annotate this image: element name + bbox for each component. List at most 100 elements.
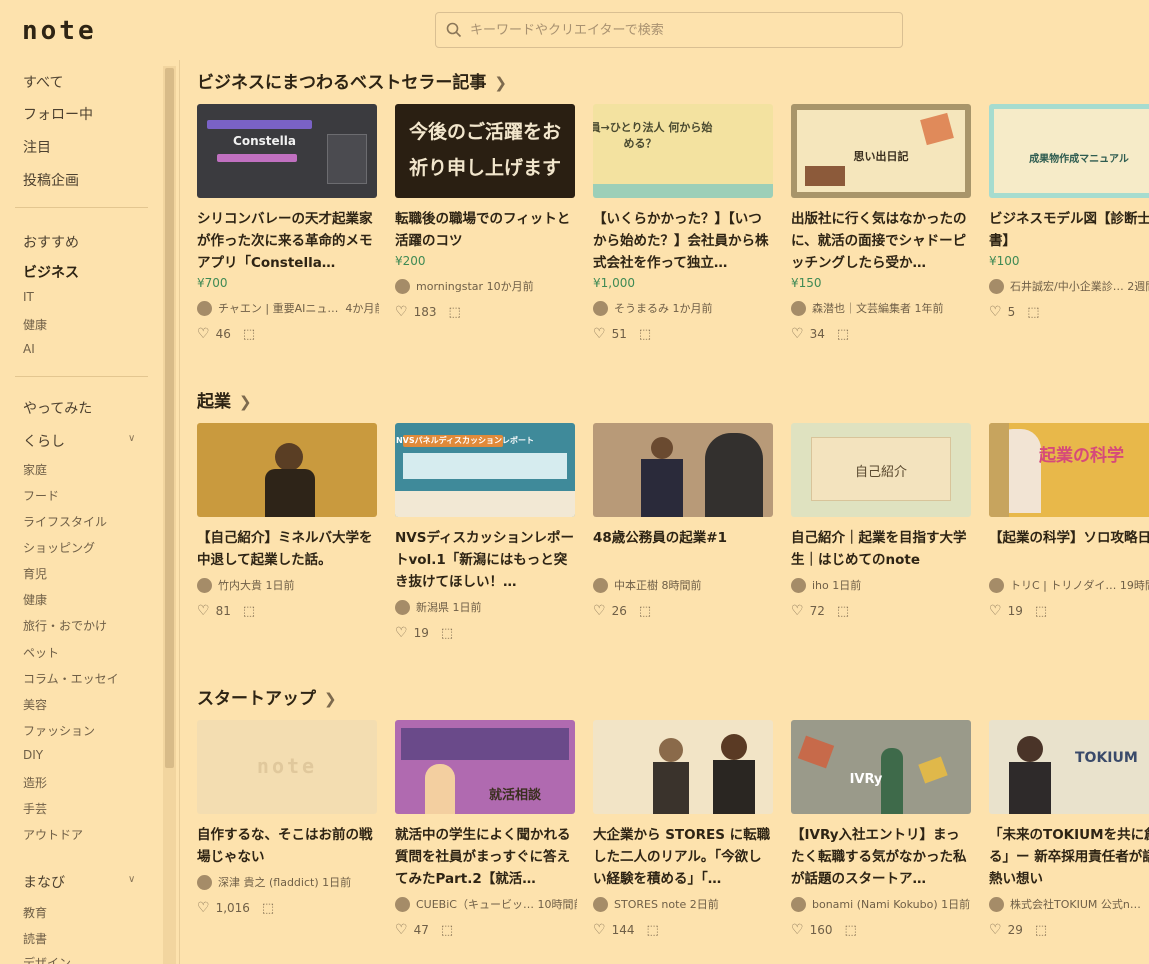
heart-icon[interactable]: ♡ [593,922,606,938]
heart-icon[interactable]: ♡ [197,900,210,916]
bookmark-add-icon[interactable]: ⬚ [639,327,651,342]
sidebar-item-recommended[interactable]: おすすめ [23,232,79,252]
article-author[interactable]: 中本正樹 8時間前 [593,577,775,593]
bookmark-add-icon[interactable]: ⬚ [262,901,274,916]
article-thumbnail[interactable]: 自己紹介 [791,423,971,517]
article-thumbnail[interactable]: 就活相談 [395,720,575,814]
sidebar-item-featured[interactable]: 注目 [23,137,51,157]
article-card[interactable]: 思い出日記 出版社に行く気はなかったのに、就活の面接でシャドーピッチングしたら受… [791,104,973,342]
article-author[interactable]: 石井誠宏/中小企業診… 2週間 [989,278,1149,294]
bookmark-add-icon[interactable]: ⬚ [639,604,651,619]
article-author[interactable]: 株式会社TOKIUM 公式n… [989,896,1149,912]
article-thumbnail[interactable]: IVRy [791,720,971,814]
sidebar-item-reading[interactable]: 読書 [23,930,47,947]
article-title[interactable]: 48歳公務員の起業#1 [593,527,775,571]
article-card[interactable]: Constella シリコンバレーの天才起業家が作った次に来る革命的メモアプリ「… [197,104,379,342]
bookmark-add-icon[interactable]: ⬚ [837,604,849,619]
article-title[interactable]: 「未来のTOKIUMを共に創る」ー 新卒採用責任者が語る熱い想い [989,824,1149,890]
article-card[interactable]: 会社員→ひとり法人 何から始める？ 【いくらかかった？】【いつから始めた？】会社… [593,104,775,342]
search-input[interactable] [470,22,870,38]
article-author[interactable]: 竹内大貴 1日前 [197,577,379,593]
bookmark-add-icon[interactable]: ⬚ [646,923,658,938]
article-title[interactable]: 【自己紹介】ミネルバ大学を中退して起業した話。 [197,527,379,571]
article-thumbnail[interactable] [593,423,773,517]
sidebar-item-food[interactable]: フード [23,487,59,504]
sidebar-item-outdoor[interactable]: アウトドア [23,826,83,843]
heart-icon[interactable]: ♡ [593,603,606,619]
section-title-startup-business[interactable]: 起業 ❯ [197,387,252,412]
bookmark-add-icon[interactable]: ⬚ [1035,604,1047,619]
search-box[interactable] [435,12,903,48]
sidebar-item-life[interactable]: くらし [23,431,65,451]
article-thumbnail[interactable]: 今後のご活躍をお祈り申し上げます [395,104,575,198]
article-card[interactable]: 起業の科学 【起業の科学】ソロ攻略日目 トリC | トリノダイ… 19時間 ♡ 1… [989,423,1149,619]
sidebar-item-handicraft[interactable]: 手芸 [23,800,47,817]
sidebar-item-it[interactable]: IT [23,290,34,304]
sidebar-item-health[interactable]: 健康 [23,316,47,333]
sidebar-item-parenting[interactable]: 育児 [23,565,47,582]
article-thumbnail[interactable]: 思い出日記 [791,104,971,198]
heart-icon[interactable]: ♡ [791,603,804,619]
sidebar-item-lifestyle[interactable]: ライフスタイル [23,513,107,530]
section-title-startup[interactable]: スタートアップ ❯ [197,684,337,709]
article-card[interactable]: 就活相談 就活中の学生によく聞かれる質問を社員がまっすぐに答えてみたPart.2… [395,720,577,938]
chevron-down-icon[interactable]: ∨ [128,433,135,444]
article-author[interactable]: CUEBiC（キュービッ… 10時間前 [395,896,577,912]
bookmark-add-icon[interactable]: ⬚ [844,923,856,938]
heart-icon[interactable]: ♡ [989,922,1002,938]
article-card[interactable]: 今後のご活躍をお祈り申し上げます 転職後の職場でのフィットと活躍のコツ ¥200… [395,104,577,320]
heart-icon[interactable]: ♡ [593,326,606,342]
article-card[interactable]: 大企業から STORES に転職した二人のリアル。「今欲しい経験を積める」「… … [593,720,775,938]
article-author[interactable]: チャエン | 重要AIニュ… 4か月前 [197,300,379,316]
article-thumbnail[interactable]: NVSパネルディスカッションレポート [395,423,575,517]
article-title[interactable]: ビジネスモデル図【診断士告書】 [989,208,1149,252]
article-thumbnail[interactable] [197,423,377,517]
sidebar-item-education[interactable]: 教育 [23,904,47,921]
section-title-business[interactable]: ビジネスにまつわるベストセラー記事 ❯ [197,68,507,93]
article-card[interactable]: 自己紹介 自己紹介｜起業を目指す大学生｜はじめてのnote iho 1日前 ♡ 7… [791,423,973,619]
article-thumbnail[interactable] [593,720,773,814]
heart-icon[interactable]: ♡ [791,922,804,938]
article-author[interactable]: STORES note 2日前 [593,896,775,912]
bookmark-add-icon[interactable]: ⬚ [837,327,849,342]
bookmark-add-icon[interactable]: ⬚ [441,626,453,641]
heart-icon[interactable]: ♡ [197,603,210,619]
article-title[interactable]: 就活中の学生によく聞かれる質問を社員がまっすぐに答えてみたPart.2【就活… [395,824,577,890]
sidebar-item-following[interactable]: フォロー中 [23,104,93,124]
article-thumbnail[interactable]: Constella [197,104,377,198]
article-card[interactable]: note 自作するな、そこはお前の戦場じゃない 深津 貴之 (fladdict)… [197,720,379,916]
article-card[interactable]: 48歳公務員の起業#1 中本正樹 8時間前 ♡ 26 ⬚ [593,423,775,619]
article-card[interactable]: 成果物作成マニュアル ビジネスモデル図【診断士告書】 ¥100 石井誠宏/中小企… [989,104,1149,320]
sidebar-item-diy[interactable]: DIY [23,748,43,762]
article-title[interactable]: 自作するな、そこはお前の戦場じゃない [197,824,379,868]
sidebar-item-all[interactable]: すべて [23,72,63,92]
article-author[interactable]: トリC | トリノダイ… 19時間 [989,577,1149,593]
article-thumbnail[interactable]: 成果物作成マニュアル [989,104,1149,198]
sidebar-item-learn[interactable]: まなび [23,872,65,892]
article-author[interactable]: morningstar 10か月前 [395,278,577,294]
bookmark-add-icon[interactable]: ⬚ [243,604,255,619]
article-thumbnail[interactable]: 起業の科学 [989,423,1149,517]
bookmark-add-icon[interactable]: ⬚ [448,305,460,320]
sidebar-item-pet[interactable]: ペット [23,644,59,661]
sidebar-item-beauty[interactable]: 美容 [23,696,47,713]
sidebar-item-column[interactable]: コラム・エッセイ [23,670,119,687]
heart-icon[interactable]: ♡ [791,326,804,342]
bookmark-add-icon[interactable]: ⬚ [243,327,255,342]
article-card[interactable]: NVSパネルディスカッションレポート NVSディスカッションレポートvol.1「… [395,423,577,641]
article-title[interactable]: 大企業から STORES に転職した二人のリアル。「今欲しい経験を積める」「… [593,824,775,890]
sidebar-item-travel[interactable]: 旅行・おでかけ [23,617,107,634]
heart-icon[interactable]: ♡ [395,304,408,320]
sidebar-item-home[interactable]: 家庭 [23,461,47,478]
article-author[interactable]: 森潜也｜文芸編集者 1年前 [791,300,973,316]
article-author[interactable]: 深津 貴之 (fladdict) 1日前 [197,874,379,890]
sidebar-item-tried[interactable]: やってみた [23,398,92,418]
heart-icon[interactable]: ♡ [395,922,408,938]
article-title[interactable]: 【IVRy入社エントリ】まったく転職する気がなかった私が話題のスタートア… [791,824,973,890]
heart-icon[interactable]: ♡ [989,304,1002,320]
sidebar-scrollbar-thumb[interactable] [165,68,174,768]
article-card[interactable]: TOKIUM 「未来のTOKIUMを共に創る」ー 新卒採用責任者が語る熱い想い … [989,720,1149,938]
heart-icon[interactable]: ♡ [989,603,1002,619]
heart-icon[interactable]: ♡ [395,625,408,641]
chevron-down-icon[interactable]: ∨ [128,874,135,885]
